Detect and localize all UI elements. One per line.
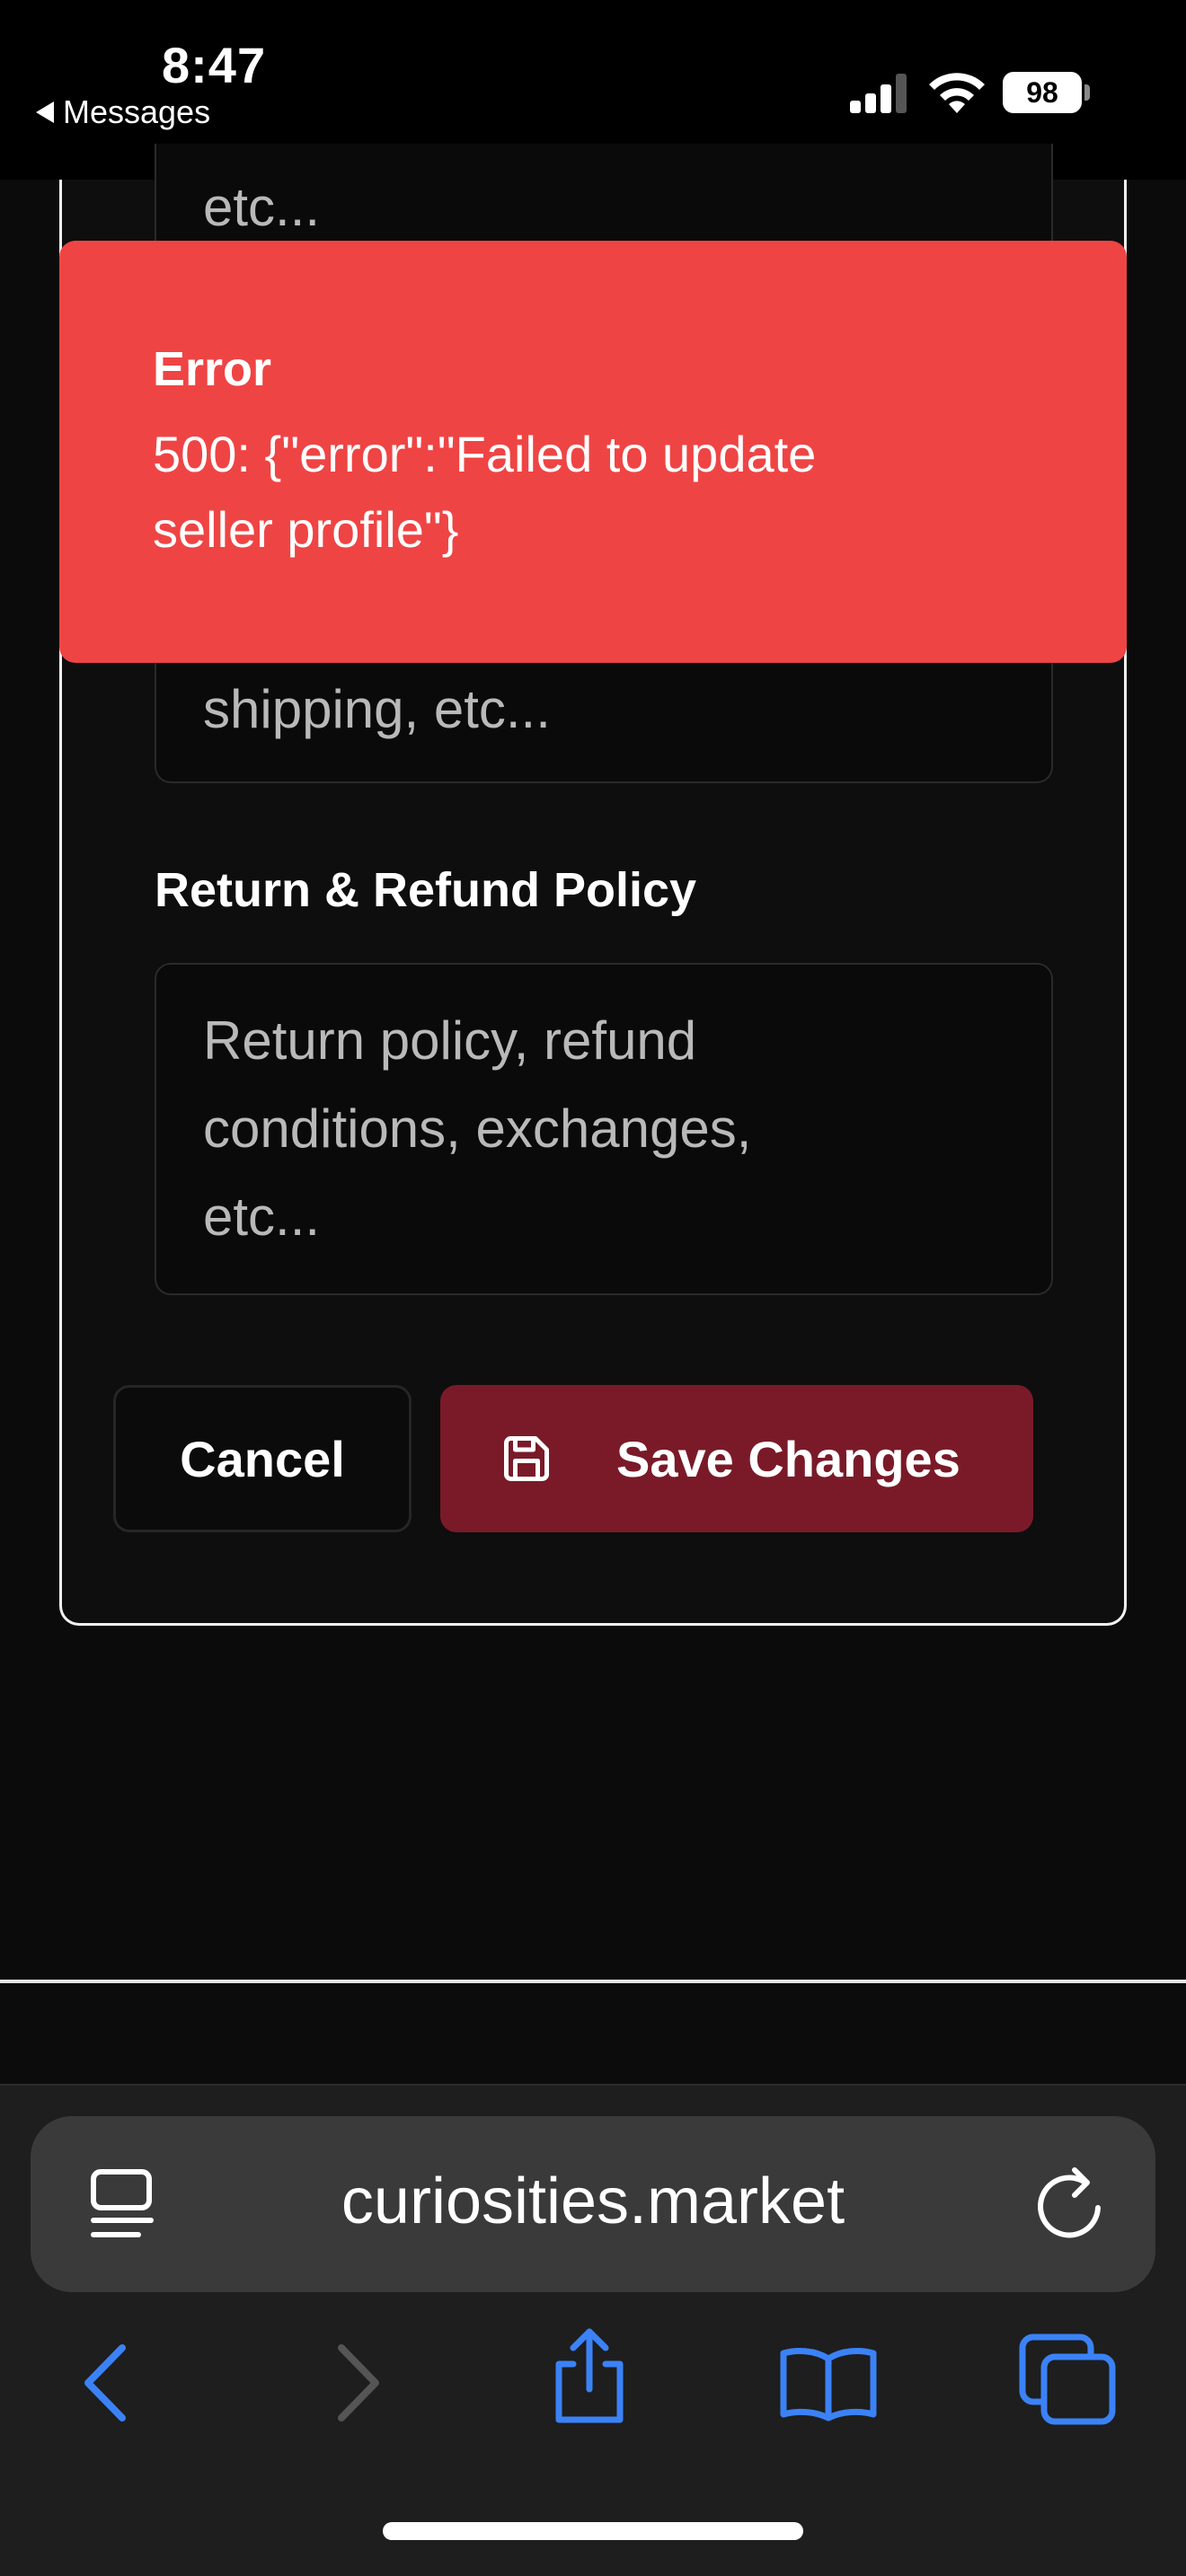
return-policy-label: Return & Refund Policy (155, 863, 697, 917)
return-policy-placeholder-line-3: etc... (203, 1187, 321, 1247)
address-bar[interactable]: curiosities.market (31, 2116, 1155, 2292)
cancel-button[interactable]: Cancel (113, 1385, 412, 1532)
shipping-placeholder: shipping, etc... (203, 679, 551, 739)
reload-icon[interactable] (1035, 2165, 1107, 2244)
battery-cap (1084, 84, 1090, 101)
home-indicator[interactable] (383, 2522, 803, 2540)
cellular-signal-icon (850, 74, 907, 113)
url-text: curiosities.market (341, 2166, 845, 2237)
browser-chrome: curiosities.market (0, 1983, 1186, 2576)
tabs-icon[interactable] (1019, 2333, 1118, 2427)
bookmarks-icon[interactable] (778, 2346, 879, 2422)
cancel-label: Cancel (180, 1430, 345, 1487)
battery-indicator: 98 (1003, 72, 1082, 113)
toast-title: Error (153, 342, 272, 396)
return-policy-placeholder-line-2: conditions, exchanges, (203, 1098, 752, 1159)
back-arrow-icon[interactable] (79, 2342, 133, 2423)
save-changes-button[interactable]: Save Changes (440, 1385, 1033, 1532)
save-label: Save Changes (616, 1430, 960, 1487)
toast-message: 500: {"error":"Failed to update seller p… (153, 417, 961, 568)
browser-toolbar: curiosities.market (0, 2084, 1186, 2576)
error-toast[interactable]: Error 500: {"error":"Failed to update se… (59, 241, 1127, 663)
back-triangle-icon (36, 101, 54, 123)
status-time: 8:47 (162, 37, 267, 93)
back-app-label: Messages (63, 93, 211, 130)
forward-arrow-icon[interactable] (331, 2342, 385, 2423)
toast-message-line-2: seller profile"} (153, 501, 459, 558)
share-icon[interactable] (548, 2326, 631, 2427)
return-policy-textarea[interactable]: Return policy, refund conditions, exchan… (155, 963, 1053, 1295)
wifi-icon (929, 73, 985, 113)
save-icon (504, 1436, 549, 1481)
return-policy-placeholder-line-1: Return policy, refund (203, 1010, 697, 1071)
phone-screen: 8:47 Messages 98 etc... shipping, etc...… (0, 0, 1186, 2576)
toast-message-line-1: 500: {"error":"Failed to update (153, 426, 817, 482)
back-to-app-link[interactable]: Messages (36, 93, 210, 131)
field-placeholder: etc... (203, 177, 321, 237)
